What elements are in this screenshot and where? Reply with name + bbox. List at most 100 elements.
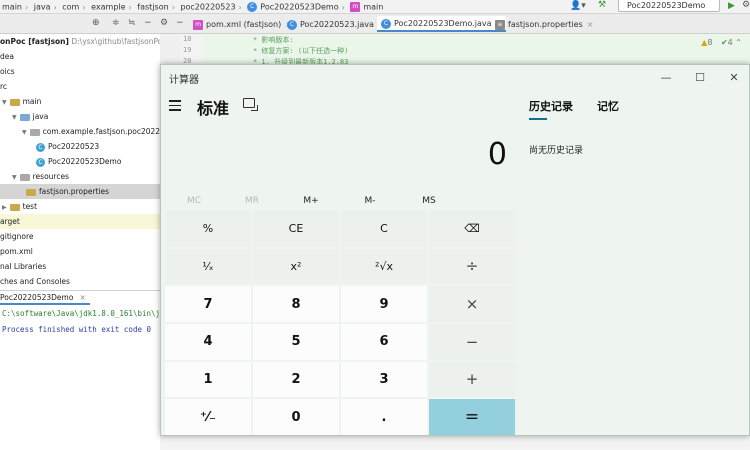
digit-7-button[interactable]: 7 — [165, 286, 251, 322]
memory-clear-button[interactable]: MC — [165, 193, 223, 209]
memory-store-button[interactable]: MS — [400, 193, 458, 209]
breadcrumb-item[interactable]: main — [363, 3, 383, 12]
ide-navigation-bar: main › java › com › example › fastjson › poc2… — [0, 0, 750, 14]
negate-button[interactable]: ⁺⁄₋ — [165, 399, 251, 435]
run-configuration-select[interactable]: Poc20220523Demo — [618, 0, 720, 12]
digit-8-button[interactable]: 8 — [253, 286, 339, 322]
percent-button[interactable]: % — [165, 211, 251, 247]
tree-item-label: pom.xml — [0, 247, 33, 256]
tab-pom-xml[interactable]: mpom.xml (fastjson)× — [193, 17, 292, 33]
minus-button[interactable]: − — [429, 324, 515, 360]
tree-item-label: ches and Consoles — [0, 277, 70, 286]
tree-item[interactable]: ▶ test — [0, 199, 160, 214]
inspection-widget[interactable]: ▲8 ✔4 ⌃ — [701, 38, 742, 47]
backspace-button[interactable]: ⌫ — [429, 211, 515, 247]
tree-item-label: java — [32, 112, 49, 121]
tab-fastjson-properties[interactable]: ≡ fastjson.properties × — [495, 17, 593, 33]
square-root-button[interactable]: ²√x — [341, 248, 427, 285]
chevron-down-icon[interactable]: ▼ — [12, 174, 17, 181]
digit-5-button[interactable]: 5 — [253, 324, 339, 360]
chevron-down-icon[interactable]: ▼ — [12, 114, 17, 121]
digit-3-button[interactable]: 3 — [341, 361, 427, 398]
chevron-up-icon[interactable]: ⌃ — [735, 38, 742, 47]
breadcrumb-item[interactable]: fastjson — [137, 3, 168, 12]
tree-item[interactable]: nal Libraries — [0, 259, 160, 274]
breadcrumb-item[interactable]: example — [91, 3, 125, 12]
tree-item-selected[interactable]: fastjson.properties — [0, 184, 160, 199]
expand-all-icon[interactable]: ≒ — [128, 18, 136, 28]
keypad: % CE C ⌫ ¹⁄ₓ x² ²√x ÷ 7 8 9 × 4 5 6− 1 2 3 + ⁺⁄₋ 0. = — [165, 211, 515, 435]
tree-item[interactable]: ▼ java — [0, 109, 160, 124]
close-button[interactable]: ✕ — [717, 68, 750, 88]
menu-icon[interactable] — [169, 100, 181, 111]
run-tab[interactable]: Poc20220523Demo × — [0, 291, 90, 305]
debug-icon[interactable]: ⚙ — [742, 0, 750, 10]
tab-poc20220523[interactable]: CPoc20220523.java× — [287, 17, 385, 33]
breadcrumb-item[interactable]: main — [2, 3, 22, 12]
minus-icon[interactable]: − — [144, 18, 152, 28]
digit-2-button[interactable]: 2 — [253, 361, 339, 398]
clear-button[interactable]: C — [341, 211, 427, 247]
run-tab-label: Poc20220523Demo — [0, 293, 74, 302]
breadcrumb-item[interactable]: Poc20220523Demo — [260, 3, 338, 12]
divide-button[interactable]: ÷ — [429, 248, 515, 285]
line-number: 18 — [183, 35, 192, 43]
keep-on-top-icon[interactable] — [243, 98, 258, 111]
digit-1-button[interactable]: 1 — [165, 361, 251, 398]
decimal-button[interactable]: . — [341, 399, 427, 435]
tree-item[interactable]: oics — [0, 64, 160, 79]
run-icon[interactable]: ▶ — [728, 1, 735, 11]
tree-root[interactable]: onPoc [fastjson] D:\ysx\github\fastjsonP… — [0, 34, 166, 49]
tree-item[interactable]: ▼ resources — [0, 169, 160, 184]
tree-item[interactable]: rc — [0, 79, 160, 94]
tree-item-label: oics — [0, 67, 15, 76]
warning-count: 8 — [707, 38, 713, 47]
tree-item[interactable]: C Poc20220523Demo — [0, 154, 160, 169]
plus-button[interactable]: + — [429, 361, 515, 398]
multiply-button[interactable]: × — [429, 286, 515, 322]
tree-item[interactable]: ▼ main — [0, 94, 160, 109]
window-title: 计算器 — [169, 75, 199, 86]
digit-4-button[interactable]: 4 — [165, 324, 251, 360]
settings-icon[interactable]: ⚙ — [160, 18, 168, 28]
tree-item[interactable]: gitignore — [0, 229, 160, 244]
breadcrumb-item[interactable]: poc20220523 — [180, 3, 235, 12]
digit-6-button[interactable]: 6 — [341, 324, 427, 360]
tree-item[interactable]: ▼ com.example.fastjson.poc20220523 — [0, 124, 179, 139]
close-icon[interactable]: × — [587, 20, 594, 29]
chevron-down-icon[interactable]: ▼ — [22, 129, 27, 136]
tree-item[interactable]: pom.xml — [0, 244, 160, 259]
minimize-button[interactable]: — — [649, 68, 683, 88]
breadcrumb-item[interactable]: com — [62, 3, 79, 12]
tab-poc20220523demo[interactable]: CPoc20220523Demo.java× — [377, 16, 507, 32]
reciprocal-button[interactable]: ¹⁄ₓ — [165, 248, 251, 285]
tree-item[interactable]: dea — [0, 49, 160, 64]
tab-history[interactable]: 历史记录 — [529, 98, 573, 114]
target-icon[interactable]: ⊕ — [92, 18, 100, 28]
calculator-window: 计算器 — ☐ ✕ 标准 0 MC MR M+ M- MS % CE C ⌫ ¹⁄ₓ x²… — [160, 64, 750, 436]
tree-item[interactable]: C Poc20220523 — [0, 139, 160, 154]
breadcrumb-item[interactable]: java — [34, 3, 51, 12]
chevron-down-icon[interactable]: ▼ — [2, 99, 7, 106]
square-button[interactable]: x² — [253, 248, 339, 285]
clear-entry-button[interactable]: CE — [253, 211, 339, 247]
collapse-all-icon[interactable]: ≑ — [112, 18, 120, 28]
equals-button[interactable]: = — [429, 399, 515, 435]
memory-add-button[interactable]: M+ — [282, 193, 340, 209]
class-icon: C — [36, 157, 45, 167]
folder-icon — [9, 203, 20, 211]
tree-item[interactable]: ches and Consoles — [0, 274, 160, 289]
memory-subtract-button[interactable]: M- — [341, 193, 399, 209]
tab-memory[interactable]: 记忆 — [597, 98, 619, 114]
build-hammer-icon[interactable]: ⚒ — [598, 0, 606, 10]
maximize-button[interactable]: ☐ — [683, 68, 717, 88]
line-number: 19 — [183, 46, 192, 54]
hide-icon[interactable]: − — [176, 18, 184, 28]
tree-item[interactable]: arget — [0, 214, 160, 229]
digit-0-button[interactable]: 0 — [253, 399, 339, 435]
memory-recall-button[interactable]: MR — [223, 193, 281, 209]
digit-9-button[interactable]: 9 — [341, 286, 427, 322]
close-icon[interactable]: × — [79, 293, 85, 302]
chevron-right-icon[interactable]: ▶ — [2, 204, 7, 211]
user-icon[interactable]: 👤▾ — [570, 1, 586, 11]
